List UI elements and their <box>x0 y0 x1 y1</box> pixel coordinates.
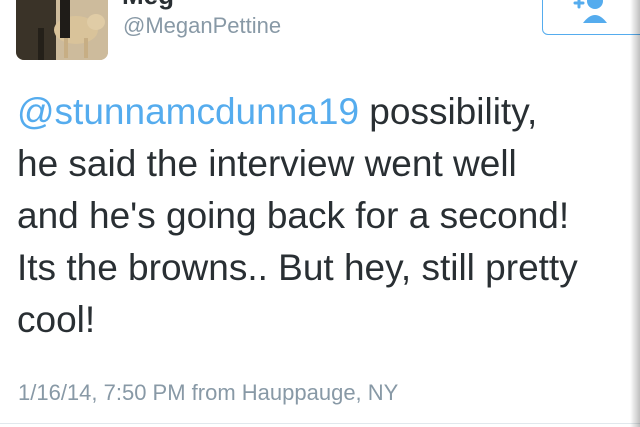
tweet-text: @stunnamcdunna19 possibility, he said th… <box>17 86 640 346</box>
tweet-line-3: and he's going back for a second! <box>17 195 570 236</box>
tweet-line-1-rest: possibility, <box>359 91 538 132</box>
tweet-line-5: cool! <box>17 299 96 340</box>
edge-shadow <box>630 0 640 427</box>
tweet-timestamp-location: 1/16/14, 7:50 PM from Hauppauge, NY <box>18 380 399 405</box>
avatar[interactable] <box>16 0 108 60</box>
divider <box>0 423 640 424</box>
user-handle[interactable]: @MeganPettine <box>123 13 281 39</box>
follow-button[interactable] <box>542 0 640 35</box>
avatar-photo <box>16 0 108 60</box>
tweet-line-4: Its the browns.. But hey, still pretty <box>17 247 578 288</box>
follow-user-icon <box>573 0 607 23</box>
mention-link[interactable]: @stunnamcdunna19 <box>17 91 359 132</box>
display-name[interactable]: Meg <box>122 0 174 11</box>
tweet-line-2: he said the interview went well <box>17 143 517 184</box>
tweet-line-1: @stunnamcdunna19 possibility, <box>17 86 640 138</box>
